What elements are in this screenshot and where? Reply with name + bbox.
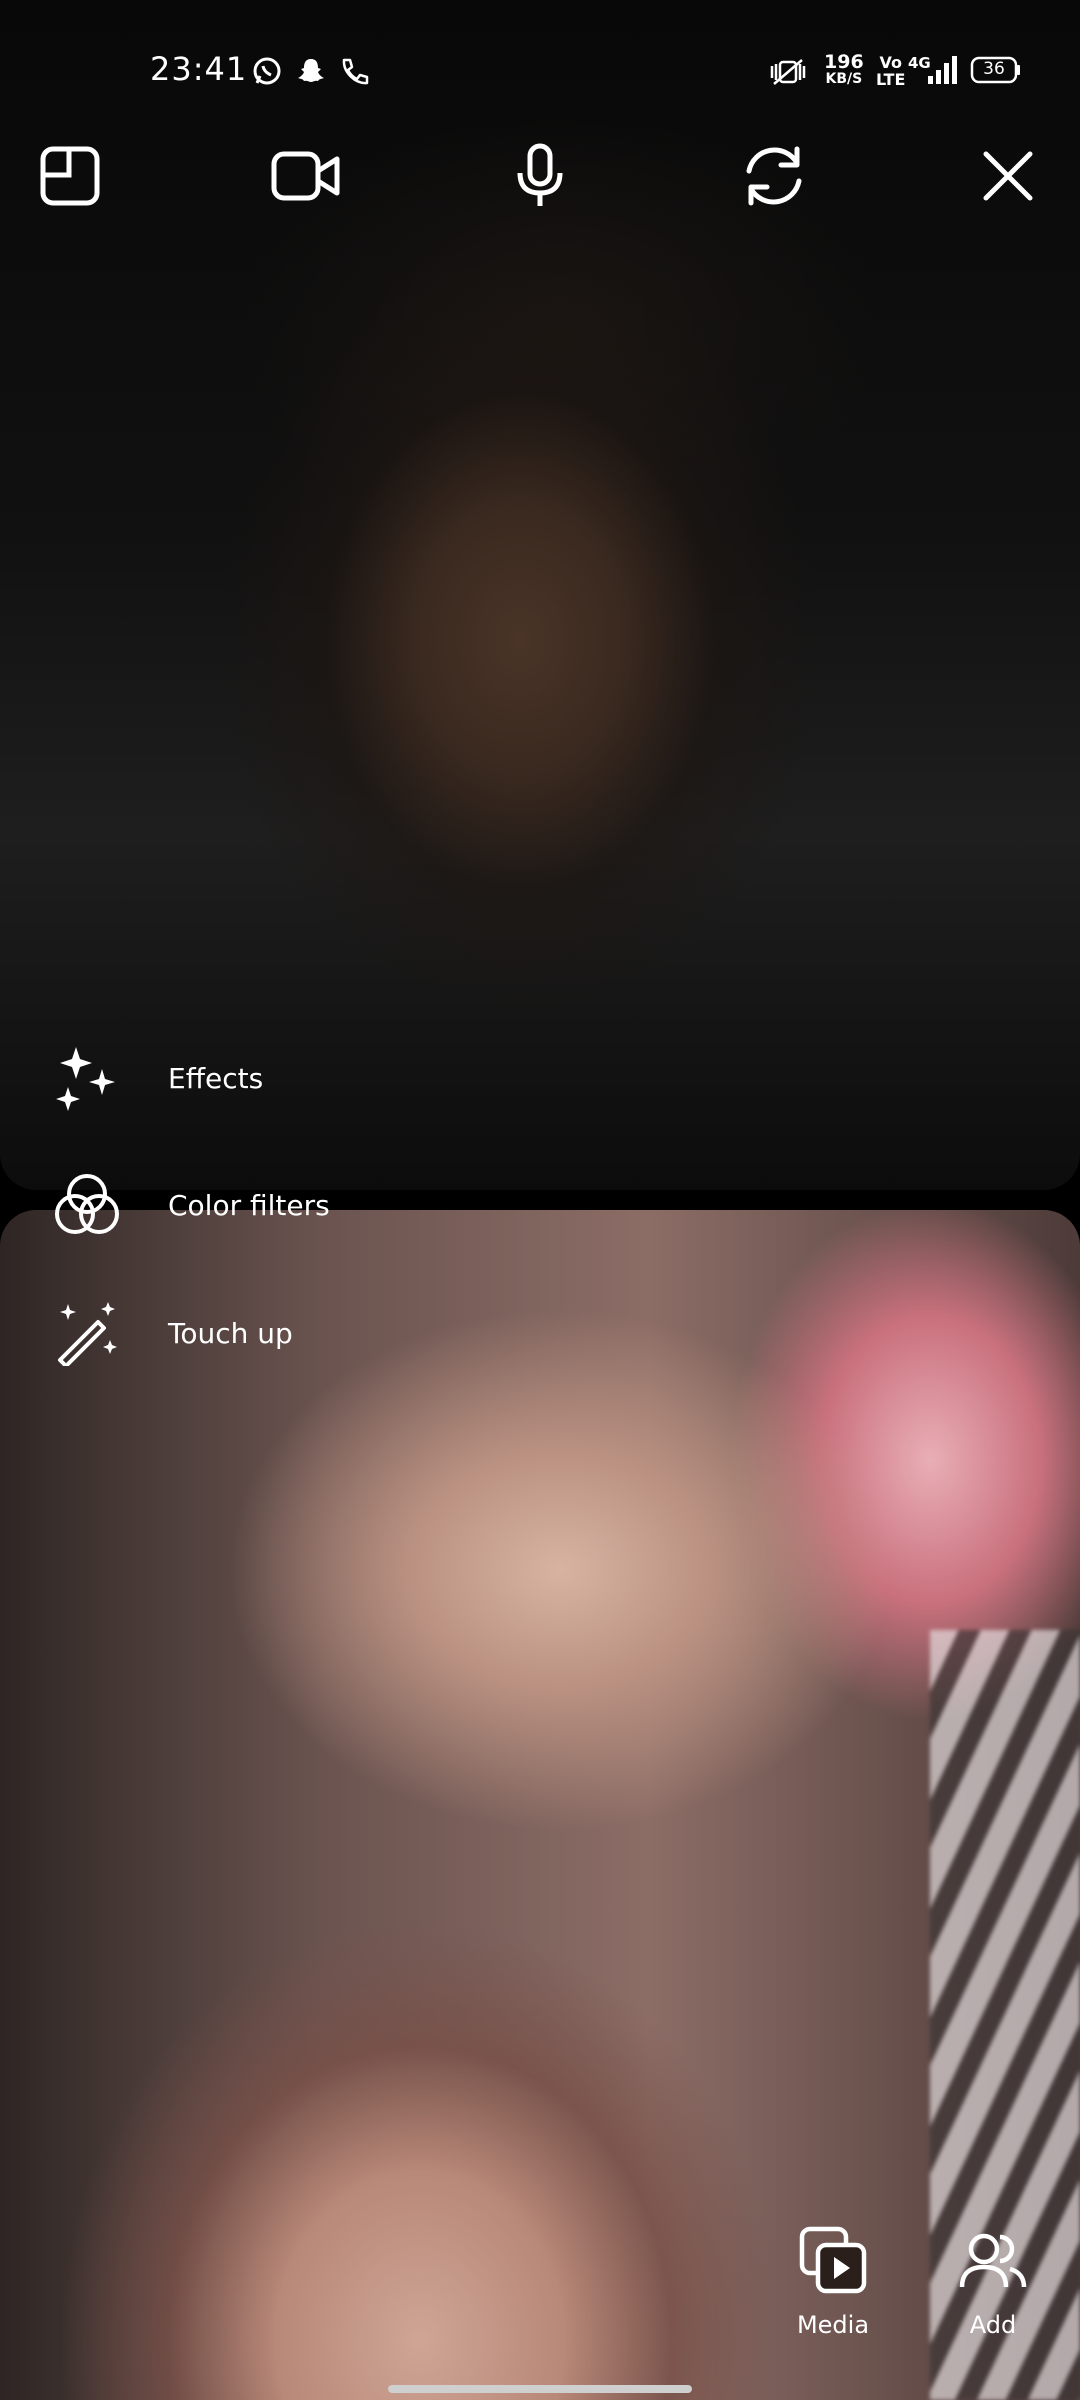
whatsapp-icon [252, 56, 282, 90]
microphone-button[interactable] [502, 140, 578, 216]
media-button[interactable]: Media [768, 2225, 898, 2339]
color-filters-icon [50, 1168, 124, 1242]
menu-item-effects[interactable]: Effects [50, 1033, 263, 1123]
phone-icon [338, 56, 370, 92]
menu-item-label: Touch up [168, 1316, 293, 1350]
close-icon [980, 148, 1036, 208]
flip-camera-button[interactable] [736, 140, 812, 216]
menu-item-label: Effects [168, 1061, 264, 1095]
menu-item-touch-up[interactable]: Touch up [50, 1288, 293, 1378]
add-participant-button[interactable]: Add [928, 2225, 1058, 2339]
menu-item-color-filters[interactable]: Color filters [50, 1160, 330, 1250]
battery-level: 36 [983, 59, 1005, 79]
video-toggle-button[interactable] [268, 140, 344, 216]
media-icon [798, 2225, 868, 2299]
add-label: Add [969, 2311, 1017, 2339]
menu-item-label: Color filters [168, 1188, 330, 1222]
layout-icon [39, 145, 101, 211]
volte-indicator: Vo LTE [876, 53, 906, 89]
status-time: 23:41 [150, 50, 248, 88]
network-speed: 196 KB/S [824, 51, 864, 88]
flip-camera-icon [741, 143, 807, 213]
status-bar: 23:41 196 KB/S Vo LTE 4G 36 [0, 0, 1080, 140]
snapchat-icon [296, 56, 326, 90]
sparkles-icon [50, 1041, 124, 1115]
signal-icon [920, 54, 960, 90]
battery-icon: 36 [970, 56, 1022, 88]
close-button[interactable] [970, 140, 1046, 216]
video-camera-icon [271, 149, 341, 207]
vibrate-off-icon [768, 56, 808, 92]
remote-video-tile[interactable] [0, 1210, 1080, 2400]
home-indicator[interactable] [388, 2385, 692, 2393]
media-label: Media [796, 2311, 870, 2339]
magic-wand-icon [50, 1296, 124, 1370]
microphone-icon [515, 143, 565, 213]
layout-button[interactable] [32, 140, 108, 216]
add-people-icon [958, 2225, 1028, 2299]
